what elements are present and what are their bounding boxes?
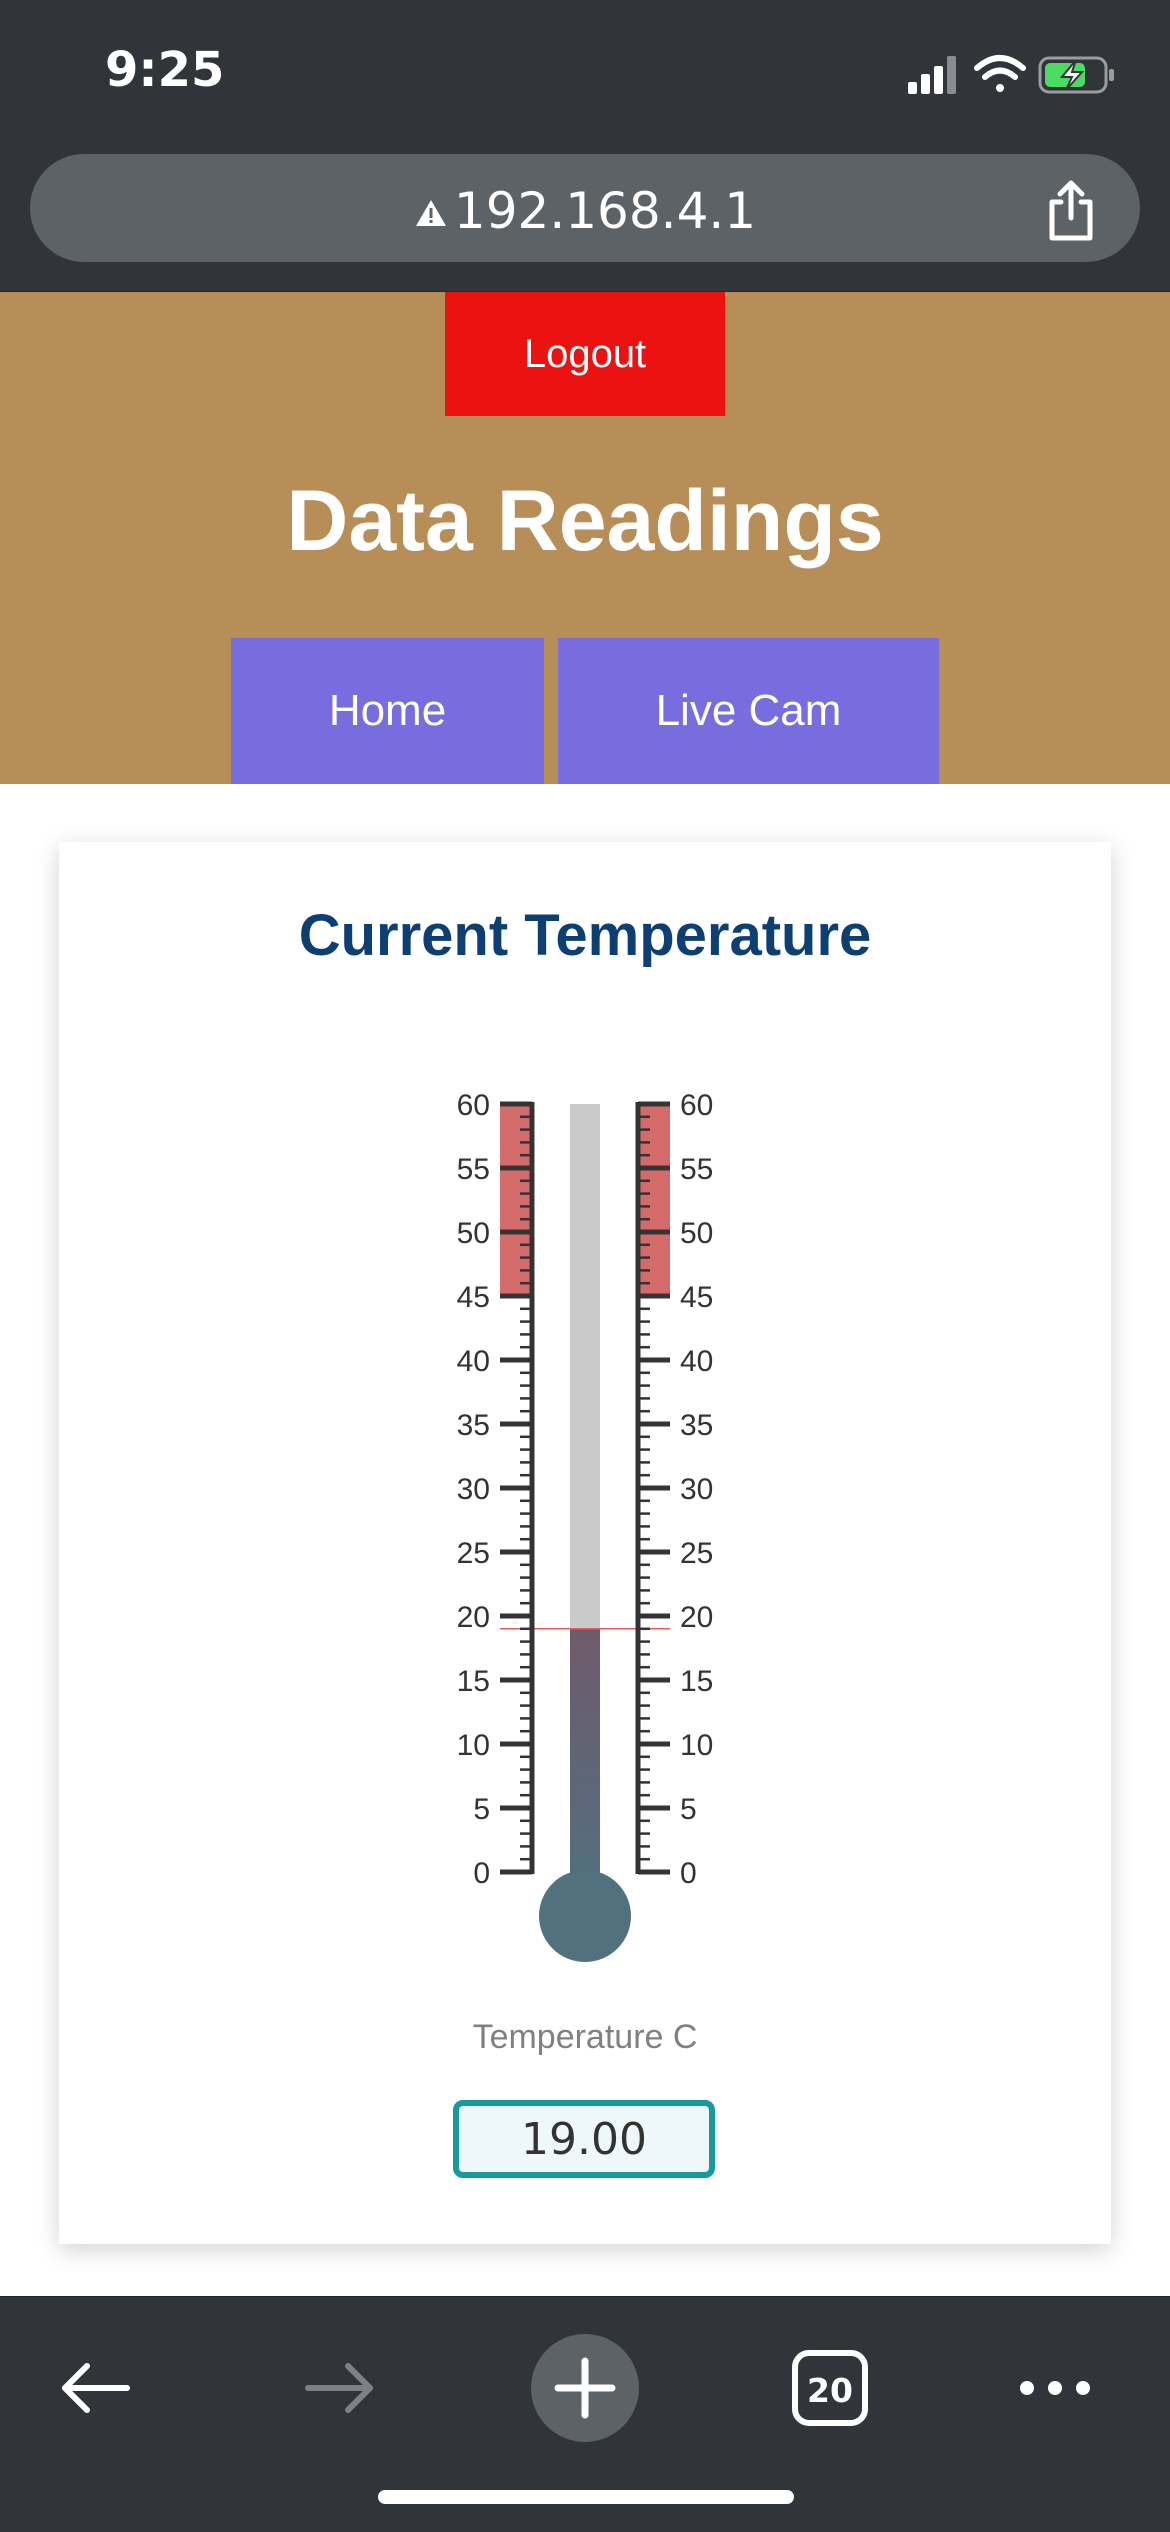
tick-label-left: 50 [457, 1217, 490, 1250]
tab-count: 20 [807, 2371, 853, 2410]
forward-button[interactable] [285, 2333, 395, 2443]
url-display[interactable]: 192.168.4.1 [30, 182, 1140, 244]
tick-label-left: 25 [457, 1537, 490, 1570]
thermometer-fill [570, 1628, 600, 1892]
page-header: Logout Data Readings Home Live Cam [0, 292, 1170, 784]
tick-label-left: 15 [457, 1665, 490, 1698]
browser-address-area: 192.168.4.1 [0, 140, 1170, 292]
tick-label-right: 35 [680, 1409, 713, 1442]
tick-label-right: 50 [680, 1217, 713, 1250]
more-button[interactable] [1000, 2333, 1110, 2443]
tick-label-left: 40 [457, 1345, 490, 1378]
tick-label-right: 40 [680, 1345, 713, 1378]
address-bar[interactable]: 192.168.4.1 [30, 154, 1140, 262]
share-icon[interactable] [1042, 180, 1100, 247]
tick-label-right: 60 [680, 1089, 713, 1122]
back-button[interactable] [40, 2333, 150, 2443]
more-dots-icon [1020, 2381, 1090, 2395]
tick-label-left: 55 [457, 1153, 490, 1186]
tick-label-right: 30 [680, 1473, 713, 1506]
tick-label-right: 15 [680, 1665, 713, 1698]
tick-label-right: 10 [680, 1729, 713, 1762]
cellular-signal-icon [908, 56, 956, 94]
plus-icon [531, 2334, 639, 2442]
tick-label-right: 5 [680, 1793, 697, 1826]
tick-label-left: 20 [457, 1601, 490, 1634]
tick-label-left: 5 [473, 1793, 490, 1826]
new-tab-button[interactable] [530, 2333, 640, 2443]
nav-live-cam-button[interactable]: Live Cam [558, 638, 939, 784]
not-secure-warning-icon [414, 182, 448, 240]
tick-label-left: 45 [457, 1281, 490, 1314]
tick-label-right: 45 [680, 1281, 713, 1314]
warning-zone-right [638, 1104, 670, 1296]
page-title: Data Readings [286, 473, 884, 569]
thermometer-bulb [539, 1870, 631, 1962]
tick-label-left: 35 [457, 1409, 490, 1442]
wifi-icon [974, 55, 1026, 92]
nav-home-button[interactable]: Home [231, 638, 544, 784]
tick-label-right: 55 [680, 1153, 713, 1186]
temperature-card: Current Temperature 0 0 5 5 10 10 15 15 20 20 25 25… [59, 842, 1111, 2244]
gauge-label: Temperature C [472, 2018, 698, 2056]
logout-button[interactable]: Logout [445, 292, 725, 416]
tick-label-right: 20 [680, 1601, 713, 1634]
thermometer-gauge: 0 05 510 1015 1520 2025 2530 3035 3540 4045 4550 50… [457, 1089, 713, 1962]
tick-label-right: 0 [680, 1857, 697, 1890]
tick-label-left: 30 [457, 1473, 490, 1506]
back-arrow-icon [62, 2363, 130, 2413]
status-time: 9:25 [105, 42, 225, 98]
tick-label-right: 25 [680, 1537, 713, 1570]
home-indicator [378, 2490, 794, 2504]
warning-zone-left [500, 1104, 532, 1296]
battery-charging-icon [1038, 56, 1114, 94]
tick-label-left: 0 [473, 1857, 490, 1890]
status-icons [900, 50, 1120, 100]
temperature-value-display: 19.00 [453, 2100, 715, 2178]
tick-label-left: 60 [457, 1089, 490, 1122]
tick-label-left: 10 [457, 1729, 490, 1762]
status-bar: 9:25 [0, 0, 1170, 140]
forward-arrow-icon [305, 2363, 373, 2413]
tabs-button[interactable]: 20 [775, 2333, 885, 2443]
url-text: 192.168.4.1 [453, 182, 757, 240]
